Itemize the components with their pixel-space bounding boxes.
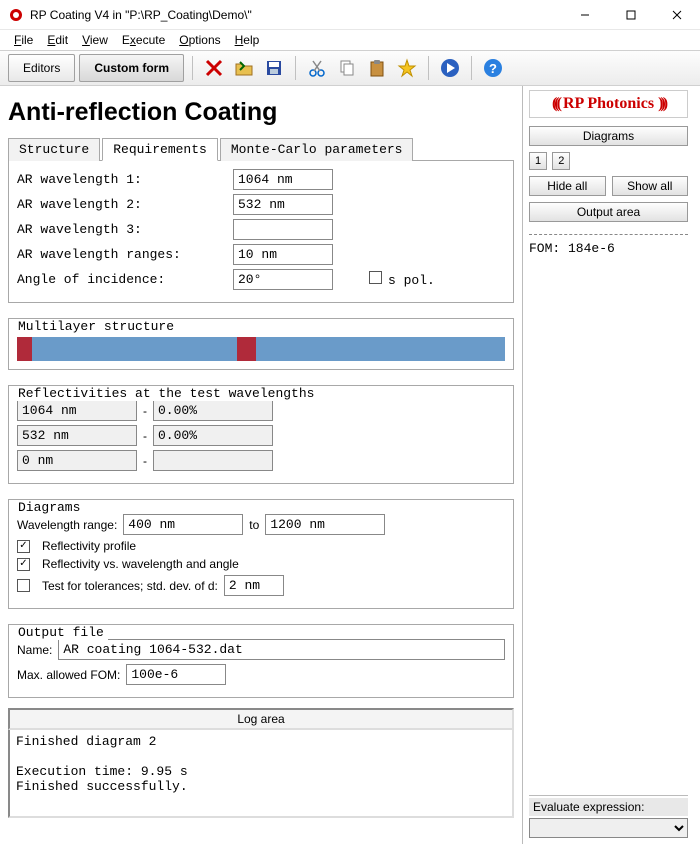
editors-button[interactable]: Editors <box>8 54 75 82</box>
refl-pct-1 <box>153 425 273 446</box>
app-icon <box>8 7 24 23</box>
cut-icon[interactable] <box>304 55 330 81</box>
tab-requirements[interactable]: Requirements <box>102 138 218 161</box>
range-label: Wavelength range: <box>17 518 117 532</box>
log-area: Log area Finished diagram 2 Execution ti… <box>8 708 514 818</box>
refl-wl-0 <box>17 400 137 421</box>
rp-logo: ((( RP Photonics ))) <box>529 90 688 118</box>
out-name-label: Name: <box>17 643 52 657</box>
show-all-button[interactable]: Show all <box>612 176 689 196</box>
menu-edit[interactable]: Edit <box>41 31 74 49</box>
arr-label: AR wavelength ranges: <box>17 247 227 262</box>
diagram-1-button[interactable]: 1 <box>529 152 547 170</box>
ar1-label: AR wavelength 1: <box>17 172 227 187</box>
copy-icon[interactable] <box>334 55 360 81</box>
requirements-panel: AR wavelength 1: AR wavelength 2: AR wav… <box>8 161 514 303</box>
page-title: Anti-reflection Coating <box>8 98 514 127</box>
out-fom-input[interactable] <box>126 664 226 685</box>
diagram-2-button[interactable]: 2 <box>552 152 570 170</box>
maximize-button[interactable] <box>608 0 654 30</box>
separator <box>192 56 193 80</box>
evaluate-row: Evaluate expression: <box>529 795 688 844</box>
hide-all-button[interactable]: Hide all <box>529 176 606 196</box>
range-to-input[interactable] <box>265 514 385 535</box>
ar3-input[interactable] <box>233 219 333 240</box>
opt3-checkbox[interactable] <box>17 579 30 592</box>
range-from-input[interactable] <box>123 514 243 535</box>
window-title: RP Coating V4 in "P:\RP_Coating\Demo\" <box>30 8 562 22</box>
svg-text:?: ? <box>489 61 497 76</box>
custom-form-button[interactable]: Custom form <box>79 54 184 82</box>
opt2-checkbox[interactable]: ✓ <box>17 558 30 571</box>
menu-options[interactable]: Options <box>173 31 226 49</box>
title-bar: RP Coating V4 in "P:\RP_Coating\Demo\" <box>0 0 700 30</box>
eval-label: Evaluate expression: <box>529 798 688 816</box>
menu-file[interactable]: File <box>8 31 39 49</box>
refl-wl-1 <box>17 425 137 446</box>
spol-checkbox[interactable] <box>369 271 382 284</box>
refl-wl-2 <box>17 450 137 471</box>
layer-segment <box>17 337 32 361</box>
ar2-input[interactable] <box>233 194 333 215</box>
layer-segment <box>256 337 505 361</box>
opt3-label: Test for tolerances; std. dev. of d: <box>42 579 218 593</box>
layer-segment <box>237 337 257 361</box>
diagrams-button[interactable]: Diagrams <box>529 126 688 146</box>
log-body[interactable]: Finished diagram 2 Execution time: 9.95 … <box>8 730 514 818</box>
menu-execute[interactable]: Execute <box>116 31 171 49</box>
multilayer-bar <box>17 337 505 361</box>
eval-select[interactable] <box>529 818 688 838</box>
output-area-button[interactable]: Output area <box>529 202 688 222</box>
separator <box>295 56 296 80</box>
opt1-checkbox[interactable]: ✓ <box>17 540 30 553</box>
refl-pct-0 <box>153 400 273 421</box>
arr-input[interactable] <box>233 244 333 265</box>
tab-structure[interactable]: Structure <box>8 138 100 161</box>
delete-icon[interactable] <box>201 55 227 81</box>
ar1-input[interactable] <box>233 169 333 190</box>
out-fom-label: Max. allowed FOM: <box>17 668 120 682</box>
output-text: FOM: 184e-6 <box>529 234 688 744</box>
left-pane: Anti-reflection Coating Structure Requir… <box>0 86 522 844</box>
tab-row: Structure Requirements Monte-Carlo param… <box>8 137 514 161</box>
menu-bar: File Edit View Execute Options Help <box>0 30 700 50</box>
separator <box>471 56 472 80</box>
paste-icon[interactable] <box>364 55 390 81</box>
favorite-icon[interactable] <box>394 55 420 81</box>
tab-monte-carlo[interactable]: Monte-Carlo parameters <box>220 138 414 161</box>
tool-bar: Editors Custom form ? <box>0 50 700 86</box>
out-name-input[interactable] <box>58 639 505 660</box>
opt3-input[interactable] <box>224 575 284 596</box>
layer-segment <box>32 337 237 361</box>
spol-label: s pol. <box>388 273 435 288</box>
refl-pct-2 <box>153 450 273 471</box>
help-icon[interactable]: ? <box>480 55 506 81</box>
right-pane: ((( RP Photonics ))) Diagrams 1 2 Hide a… <box>522 86 692 844</box>
opt1-label: Reflectivity profile <box>42 539 136 553</box>
save-icon[interactable] <box>261 55 287 81</box>
opt2-label: Reflectivity vs. wavelength and angle <box>42 557 239 571</box>
aoi-label: Angle of incidence: <box>17 272 227 287</box>
menu-help[interactable]: Help <box>229 31 266 49</box>
aoi-input[interactable] <box>233 269 333 290</box>
open-icon[interactable] <box>231 55 257 81</box>
close-button[interactable] <box>654 0 700 30</box>
menu-view[interactable]: View <box>76 31 114 49</box>
separator <box>428 56 429 80</box>
ar2-label: AR wavelength 2: <box>17 197 227 212</box>
minimize-button[interactable] <box>562 0 608 30</box>
ar3-label: AR wavelength 3: <box>17 222 227 237</box>
log-header: Log area <box>8 708 514 730</box>
run-icon[interactable] <box>437 55 463 81</box>
diag-box: Wavelength range: to ✓Reflectivity profi… <box>8 499 514 609</box>
